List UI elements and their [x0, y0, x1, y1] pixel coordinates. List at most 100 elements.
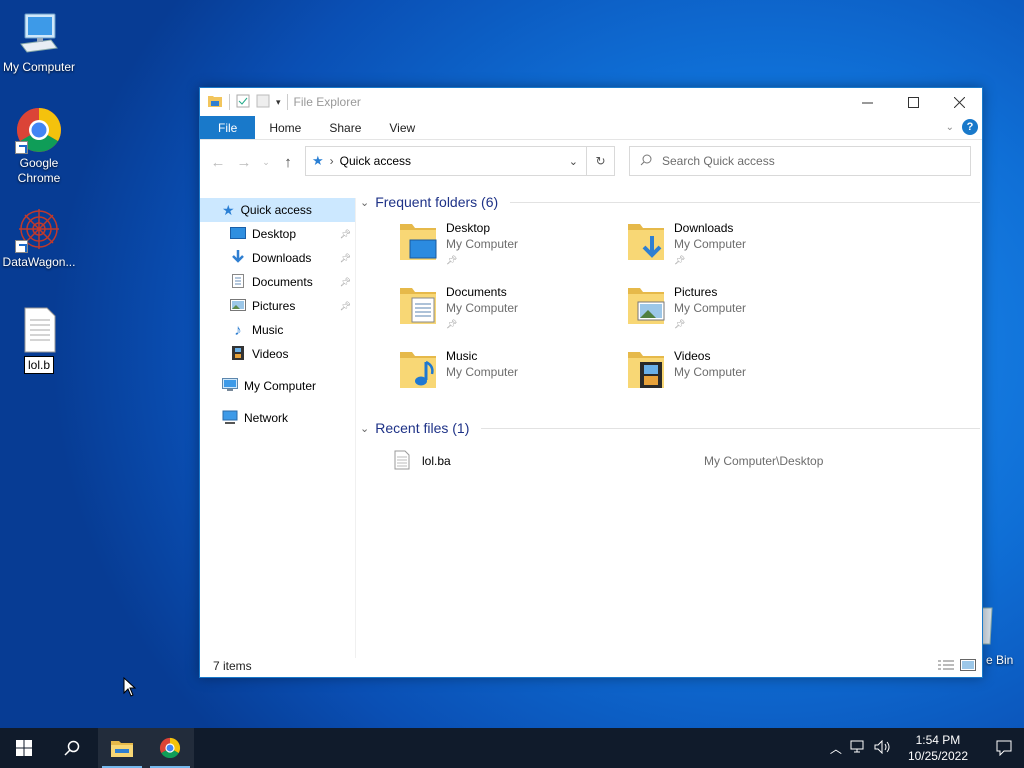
folder-videos-icon [626, 348, 668, 392]
windows-logo-icon [16, 740, 32, 756]
content-pane: ⌄ Frequent folders (6) Desktop My Comput… [360, 188, 980, 476]
large-icons-view-icon[interactable] [960, 659, 976, 674]
minimize-button[interactable] [844, 88, 890, 116]
details-view-icon[interactable] [938, 659, 954, 674]
maximize-button[interactable] [890, 88, 936, 116]
text-file-icon [15, 306, 63, 354]
back-arrow-icon[interactable]: ← [208, 154, 228, 171]
refresh-button[interactable]: ↻ [587, 146, 615, 176]
close-icon [953, 96, 965, 108]
action-center-button[interactable] [984, 728, 1024, 768]
search-box[interactable]: Search Quick access [629, 146, 971, 176]
nav-item-network[interactable]: Network [200, 406, 355, 430]
taskbar-file-explorer[interactable] [98, 728, 146, 768]
title-bar[interactable]: ▾ File Explorer [200, 88, 982, 116]
folder-tile-videos[interactable]: Videos My Computer [626, 348, 854, 404]
customize-toolbar-icon[interactable]: ▾ [276, 97, 281, 108]
nav-item-documents[interactable]: Documents 📌︎ [200, 270, 355, 294]
address-dropdown-icon[interactable]: ⌄ [569, 155, 578, 168]
up-arrow-icon[interactable]: ↑ [278, 154, 298, 171]
minimize-icon [861, 102, 873, 103]
taskbar: ︿ 1:54 PM 10/25/2022 [0, 728, 1024, 768]
address-text: Quick access [339, 154, 412, 168]
nav-item-pictures[interactable]: Pictures 📌︎ [200, 294, 355, 318]
desktop-icon [230, 226, 246, 242]
start-button[interactable] [0, 728, 48, 768]
taskbar-chrome[interactable] [146, 728, 194, 768]
recent-file-name: lol.ba [422, 454, 451, 468]
forward-arrow-icon[interactable]: → [234, 154, 254, 171]
folder-name: Downloads [674, 221, 734, 235]
refresh-icon: ↻ [595, 154, 606, 168]
pin-icon: 📌︎ [674, 255, 686, 265]
status-bar: 7 items [200, 655, 982, 677]
nav-item-my-computer[interactable]: My Computer [200, 374, 355, 398]
nav-item-quick-access[interactable]: ★ Quick access [200, 198, 355, 222]
show-hidden-icons-chevron-icon[interactable]: ︿ [830, 740, 842, 757]
folder-location: My Computer [446, 365, 519, 379]
folder-location: My Computer [674, 301, 747, 315]
window-title: File Explorer [293, 95, 361, 109]
tab-view[interactable]: View [375, 116, 429, 139]
nav-label: Desktop [252, 227, 297, 241]
pin-icon: 📌︎ [674, 319, 686, 329]
clock[interactable]: 1:54 PM 10/25/2022 [900, 732, 976, 764]
rename-input[interactable]: lol.b [23, 356, 54, 374]
quick-access-toolbar: ▾ [200, 94, 288, 111]
recent-file-row[interactable]: lol.ba My Computer\Desktop [360, 446, 980, 476]
address-bar[interactable]: ★ › Quick access ⌄ [305, 146, 587, 176]
tab-home[interactable]: Home [255, 116, 315, 139]
network-status-icon[interactable] [850, 740, 866, 757]
taskbar-search-button[interactable] [48, 728, 96, 768]
recent-files-header[interactable]: ⌄ Recent files (1) [360, 414, 980, 442]
tab-share[interactable]: Share [315, 116, 375, 139]
properties-icon[interactable] [236, 94, 250, 111]
document-icon [230, 273, 246, 292]
expand-ribbon-icon[interactable]: ⌄ [946, 122, 954, 133]
picture-icon [230, 298, 246, 315]
toolbar-separator [229, 94, 230, 110]
system-tray: ︿ 1:54 PM 10/25/2022 [830, 728, 1024, 768]
search-placeholder: Search Quick access [662, 154, 775, 168]
help-icon[interactable]: ? [962, 119, 978, 135]
volume-icon[interactable] [874, 739, 892, 757]
close-button[interactable] [936, 88, 982, 116]
nav-item-music[interactable]: ♪ Music [200, 318, 355, 342]
tab-file[interactable]: File [200, 116, 256, 139]
desktop-icon-label: My Computer [2, 60, 76, 74]
desktop-icon-lol-file[interactable]: lol.b [0, 306, 78, 374]
chrome-icon [159, 737, 181, 759]
nav-label: Downloads [252, 251, 312, 265]
collapse-chevron-icon: ⌄ [360, 196, 370, 209]
folder-tile-desktop[interactable]: Desktop My Computer 📌︎ [398, 220, 626, 276]
group-title: Frequent folders (6) [375, 194, 499, 210]
navigation-pane: ★ Quick access Desktop 📌︎ Downloads 📌︎ D… [200, 198, 356, 658]
folder-tile-music[interactable]: Music My Computer [398, 348, 626, 404]
group-divider [510, 201, 980, 203]
nav-label: Network [244, 411, 289, 425]
new-folder-icon[interactable] [256, 94, 270, 111]
desktop-icon-my-computer[interactable]: My Computer [0, 10, 78, 74]
folder-location: My Computer [446, 301, 519, 315]
folder-tile-pictures[interactable]: Pictures My Computer 📌︎ [626, 284, 854, 340]
search-icon [64, 740, 80, 756]
nav-item-downloads[interactable]: Downloads 📌︎ [200, 246, 355, 270]
mouse-cursor-icon [123, 676, 137, 700]
recent-locations-icon[interactable]: ⌄ [260, 157, 272, 168]
pin-icon: 📌︎ [339, 252, 351, 263]
nav-item-desktop[interactable]: Desktop 📌︎ [200, 222, 355, 246]
desktop-icon-label: Google Chrome [17, 156, 61, 185]
pin-icon: 📌︎ [339, 300, 351, 311]
nav-label: Quick access [240, 203, 312, 217]
frequent-folders-header[interactable]: ⌄ Frequent folders (6) [360, 188, 980, 216]
desktop-icon-datawagon[interactable]: DataWagon... [0, 205, 78, 269]
nav-label: Videos [252, 347, 289, 361]
folder-name: Documents [446, 285, 507, 299]
network-icon [222, 410, 238, 427]
folder-tile-downloads[interactable]: Downloads My Computer 📌︎ [626, 220, 854, 276]
nav-item-videos[interactable]: Videos [200, 342, 355, 366]
frequent-folders-grid: Desktop My Computer 📌︎ Downloads My Comp… [360, 220, 980, 404]
folder-tile-documents[interactable]: Documents My Computer 📌︎ [398, 284, 626, 340]
toolbar-separator [286, 94, 288, 110]
desktop-icon-google-chrome[interactable]: Google Chrome [0, 106, 78, 186]
